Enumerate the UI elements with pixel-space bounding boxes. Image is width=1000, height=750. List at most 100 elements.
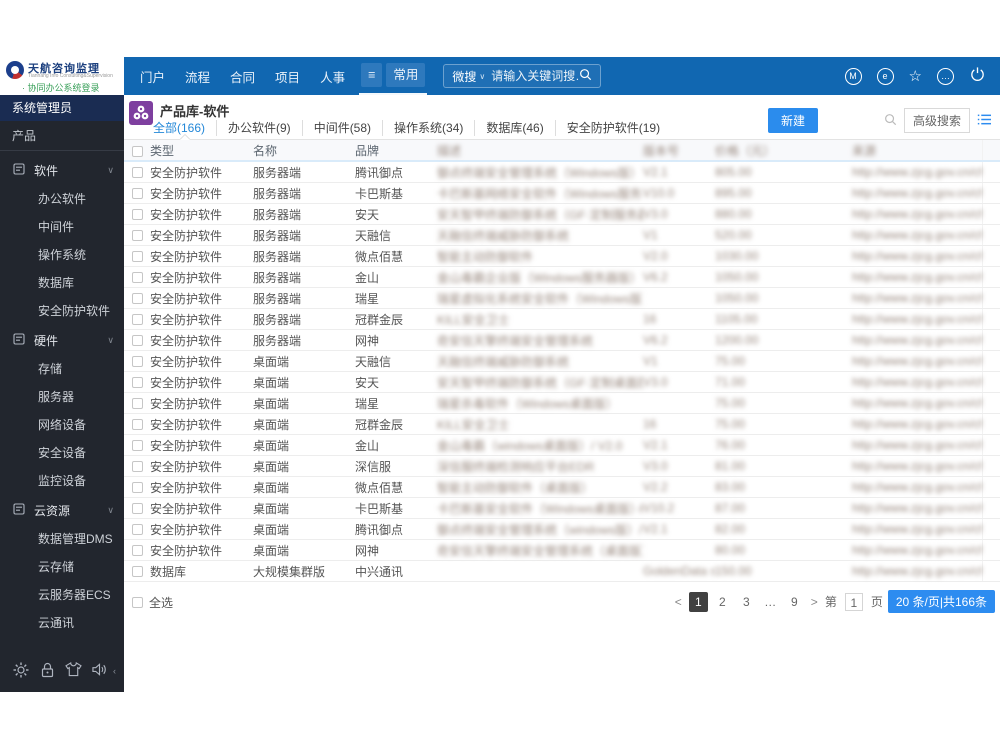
collapse-caret-icon[interactable]: ‹ [113,666,116,676]
table-row[interactable]: 安全防护软件 桌面端 深信服 深信服终端检测响应平台EDR V3.0 81.00 http:… [124,456,1000,477]
global-search-input[interactable] [491,69,580,83]
sidebar-item-云存储[interactable]: 云存储 [0,553,124,581]
table-row[interactable]: 安全防护软件 桌面端 冠群金辰 KILL安全卫士 16 75.00 http://www.z… [124,414,1000,435]
menu-group-1[interactable]: 软件 ∨ [0,155,124,185]
search-icon[interactable] [884,113,897,129]
table-row[interactable]: 安全防护软件 桌面端 天融信 天融信终端威胁防御系统 V1 75.00 http://www… [124,351,1000,372]
chevron-down-icon[interactable]: ∨ [107,165,114,176]
table-row[interactable]: 安全防护软件 服务器端 网神 奇安信天擎终端安全管理系统 V6.2 1200.00 http… [124,330,1000,351]
jump-page-input[interactable]: 1 [844,592,863,611]
page-button-3[interactable]: 3 [737,592,756,612]
tab-3[interactable]: 中间件(58) [301,120,382,136]
row-checkbox[interactable] [131,398,143,410]
table-row[interactable]: 安全防护软件 服务器端 卡巴斯基 卡巴斯基网络安全软件（Windows服务器版）…V1… [124,183,1000,204]
new-button[interactable]: 新建 [767,108,818,133]
sidebar-item-网络设备[interactable]: 网络设备 [0,411,124,439]
row-checkbox[interactable] [131,314,143,326]
sidebar-item-操作系统[interactable]: 操作系统 [0,241,124,269]
search-icon[interactable] [579,68,592,84]
page-button-2[interactable]: 2 [713,592,732,612]
page-button-1[interactable]: 1 [688,591,708,612]
sidebar-item-安全设备[interactable]: 安全设备 [0,439,124,467]
row-checkbox[interactable] [131,461,143,473]
page-size-button[interactable]: 20 条/页|共166条 [887,590,995,613]
table-row[interactable]: 安全防护软件 服务器端 微点佰慧 智能主动防御软件 V2.0 1030.00 http://… [124,246,1000,267]
table-row[interactable]: 安全防护软件 桌面端 腾讯御点 御点终端安全管理系统（windows版）/ V2.1V… [124,519,1000,540]
table-row[interactable]: 数据库 大规模集群版 中兴通讯 GoldenData s…150.00 http://w… [124,561,1000,582]
row-checkbox[interactable] [131,377,143,389]
chevron-down-icon[interactable]: ∨ [107,335,114,346]
table-row[interactable]: 安全防护软件 服务器端 冠群金辰 KILL安全卫士 16 1105.00 http://ww… [124,309,1000,330]
volume-icon[interactable] [87,662,113,680]
list-view-icon[interactable] [977,113,992,129]
table-row[interactable]: 安全防护软件 桌面端 微点佰慧 智能主动防御软件（桌面版） V2.2 83.00 http:… [124,477,1000,498]
nav-item-2[interactable]: 流程 [185,67,210,86]
table-row[interactable]: 安全防护软件 服务器端 金山 金山毒霸企业版（Windows服务器版） V6.2 1050… [124,267,1000,288]
m-app-icon[interactable]: M [844,67,862,85]
next-page-button[interactable]: > [809,595,820,609]
table-row[interactable]: 安全防护软件 服务器端 天融信 天融信终端威胁防御系统 V1 520.00 http://w… [124,225,1000,246]
row-checkbox[interactable] [131,545,143,557]
nav-menu-icon[interactable]: ≡ [361,63,383,87]
table-row[interactable]: 安全防护软件 服务器端 瑞星 瑞星虚拟化系统安全软件（Windows版） 1050.00… [124,288,1000,309]
table-row[interactable]: 安全防护软件 桌面端 金山 金山毒霸（windows桌面版）/ V2.0 V2.1 76.… [124,435,1000,456]
row-checkbox[interactable] [131,356,143,368]
menu-group-2[interactable]: 硬件 ∨ [0,325,124,355]
oa-login-link[interactable]: · 协同办公系统登录 [22,81,100,94]
favorites-icon[interactable]: ☆ [909,68,922,85]
row-checkbox[interactable] [131,230,143,242]
sidebar-item-办公软件[interactable]: 办公软件 [0,185,124,213]
sidebar-item-数据库[interactable]: 数据库 [0,269,124,297]
page-button-9[interactable]: 9 [785,592,804,612]
nav-item-3[interactable]: 合同 [230,67,255,86]
menu-group-3[interactable]: 云资源 ∨ [0,495,124,525]
message-icon[interactable]: e [876,67,894,85]
table-row[interactable]: 安全防护软件 服务器端 腾讯御点 御点终端安全管理系统（Windows版） V2.1 80… [124,162,1000,183]
row-checkbox[interactable] [131,566,143,578]
tab-1[interactable]: 全部(166) [153,120,216,136]
sidebar-item-中间件[interactable]: 中间件 [0,213,124,241]
sidebar-item-云通讯[interactable]: 云通讯 [0,609,124,637]
theme-icon[interactable] [61,661,87,680]
row-checkbox[interactable] [131,188,143,200]
settings-icon[interactable] [8,662,34,681]
tab-2[interactable]: 办公软件(9) [216,120,302,136]
row-checkbox[interactable] [131,503,143,515]
sidebar-item-云服务器ECS[interactable]: 云服务器ECS [0,581,124,609]
page-button-…[interactable]: … [761,592,780,612]
select-all-checkbox[interactable] [132,597,143,608]
row-checkbox[interactable] [131,440,143,452]
select-all-header-checkbox[interactable] [131,146,143,158]
nav-item-changyong[interactable]: 常用 [386,63,426,87]
nav-item-5[interactable]: 人事 [320,67,345,86]
sidebar-item-数据管理DMS[interactable]: 数据管理DMS [0,525,124,553]
sidebar-item-服务器[interactable]: 服务器 [0,383,124,411]
sidebar-item-存储[interactable]: 存储 [0,355,124,383]
chevron-down-icon[interactable]: ∨ [479,72,485,81]
power-icon[interactable] [969,66,986,86]
row-checkbox[interactable] [131,209,143,221]
table-row[interactable]: 安全防护软件 桌面端 卡巴斯基 卡巴斯基安全软件（Windows桌面版）·KES…V1… [124,498,1000,519]
nav-item-4[interactable]: 项目 [275,67,300,86]
tab-4[interactable]: 操作系统(34) [382,120,474,136]
row-checkbox[interactable] [131,335,143,347]
row-checkbox[interactable] [131,167,143,179]
nav-item-1[interactable]: 门户 [140,67,165,86]
chevron-down-icon[interactable]: ∨ [107,505,114,516]
tab-6[interactable]: 安全防护软件(19) [554,120,671,136]
row-checkbox[interactable] [131,419,143,431]
table-row[interactable]: 安全防护软件 桌面端 瑞星 瑞星杀毒软件（Windows桌面版） 75.00 http:/… [124,393,1000,414]
lock-icon[interactable] [34,662,60,681]
row-checkbox[interactable] [131,272,143,284]
sidebar-item-安全防护软件[interactable]: 安全防护软件 [0,297,124,325]
table-row[interactable]: 安全防护软件 桌面端 网神 奇安信天擎终端安全管理系统（桌面版） 80.00 http:/… [124,540,1000,561]
row-checkbox[interactable] [131,251,143,263]
advanced-search-button[interactable]: 高级搜索 [903,108,970,133]
prev-page-button[interactable]: < [673,595,684,609]
search-scope-label[interactable]: 微搜 [452,68,476,85]
row-checkbox[interactable] [131,293,143,305]
table-row[interactable]: 安全防护软件 桌面端 安天 安天智甲终端防御系统（GF·定制桌面版） V3.0 71.00… [124,372,1000,393]
table-row[interactable]: 安全防护软件 服务器端 安天 安天智甲终端防御系统（GF·定制服务器版）V3.0 880… [124,204,1000,225]
sidebar-item-监控设备[interactable]: 监控设备 [0,467,124,495]
row-checkbox[interactable] [131,524,143,536]
